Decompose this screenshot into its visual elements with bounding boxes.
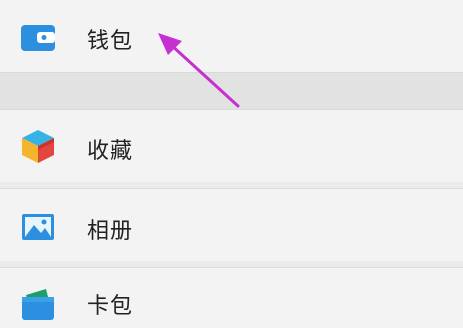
menu-item-wallet[interactable]: 钱包 <box>0 0 463 72</box>
wallet-icon <box>20 20 56 56</box>
menu-item-label: 卡包 <box>87 294 134 319</box>
settings-menu: 钱包 收藏 相册 卡包 <box>0 0 463 328</box>
menu-item-label: 收藏 <box>87 139 134 164</box>
section-divider <box>0 72 463 110</box>
menu-item-label: 相册 <box>87 219 134 244</box>
card-icon <box>20 286 56 322</box>
photo-icon <box>20 209 56 245</box>
menu-item-label: 钱包 <box>87 29 134 54</box>
menu-item-album[interactable]: 相册 <box>0 189 463 261</box>
menu-item-favorites[interactable]: 收藏 <box>0 110 463 182</box>
menu-item-card-wallet[interactable]: 卡包 <box>0 268 463 328</box>
cube-icon <box>20 128 56 164</box>
